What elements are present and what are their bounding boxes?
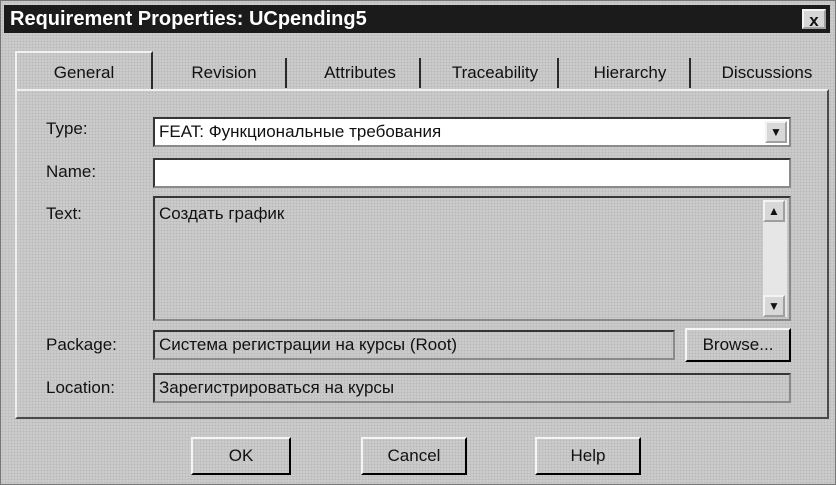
tab-discussions[interactable]: Discussions [703,58,831,88]
title-bar: Requirement Properties: UCpending5 x [4,5,830,33]
tab-traceability[interactable]: Traceability [433,58,559,88]
tab-general[interactable]: General [15,51,153,91]
arrow-up-icon[interactable]: ▲ [763,200,785,222]
tab-hierarchy-label: Hierarchy [593,63,667,82]
tab-revision-label: Revision [191,63,257,82]
type-label: Type: [46,119,88,138]
tab-traceability-label: Traceability [451,63,539,82]
tab-general-label: General [53,63,115,82]
text-area-value: Создать график [159,204,285,223]
chevron-down-icon[interactable]: ▼ [765,121,787,143]
location-field: Зарегистрироваться на курсы [153,373,791,403]
ok-button[interactable]: OK [191,437,291,475]
tab-hierarchy[interactable]: Hierarchy [571,58,691,88]
name-label: Name: [46,162,97,181]
tab-strip: General Revision Attributes Traceability… [15,51,831,91]
tab-discussions-label: Discussions [721,63,813,82]
help-button[interactable]: Help [535,437,641,475]
type-select-value: FEAT: Функциональные требования [159,122,442,141]
package-field: Система регистрации на курсы (Root) [153,330,675,360]
tab-revision[interactable]: Revision [163,58,287,88]
arrow-down-icon[interactable]: ▼ [763,295,785,317]
cancel-button[interactable]: Cancel [361,437,467,475]
type-select[interactable]: FEAT: Функциональные требования ▼ [153,117,791,147]
close-button[interactable]: x [802,9,826,30]
requirement-properties-dialog: Requirement Properties: UCpending5 x Gen… [0,0,836,485]
tab-attributes-label: Attributes [324,63,396,82]
name-field[interactable] [153,158,791,188]
text-scrollbar[interactable]: ▲ ▼ [763,200,787,317]
package-label: Package: [46,335,117,354]
tab-attributes[interactable]: Attributes [301,58,421,88]
location-label: Location: [46,378,115,397]
browse-button[interactable]: Browse... [685,328,791,362]
text-label: Text: [46,204,82,223]
window-title: Requirement Properties: UCpending5 [10,8,367,30]
text-area[interactable]: Создать график ▲ ▼ [153,196,791,321]
